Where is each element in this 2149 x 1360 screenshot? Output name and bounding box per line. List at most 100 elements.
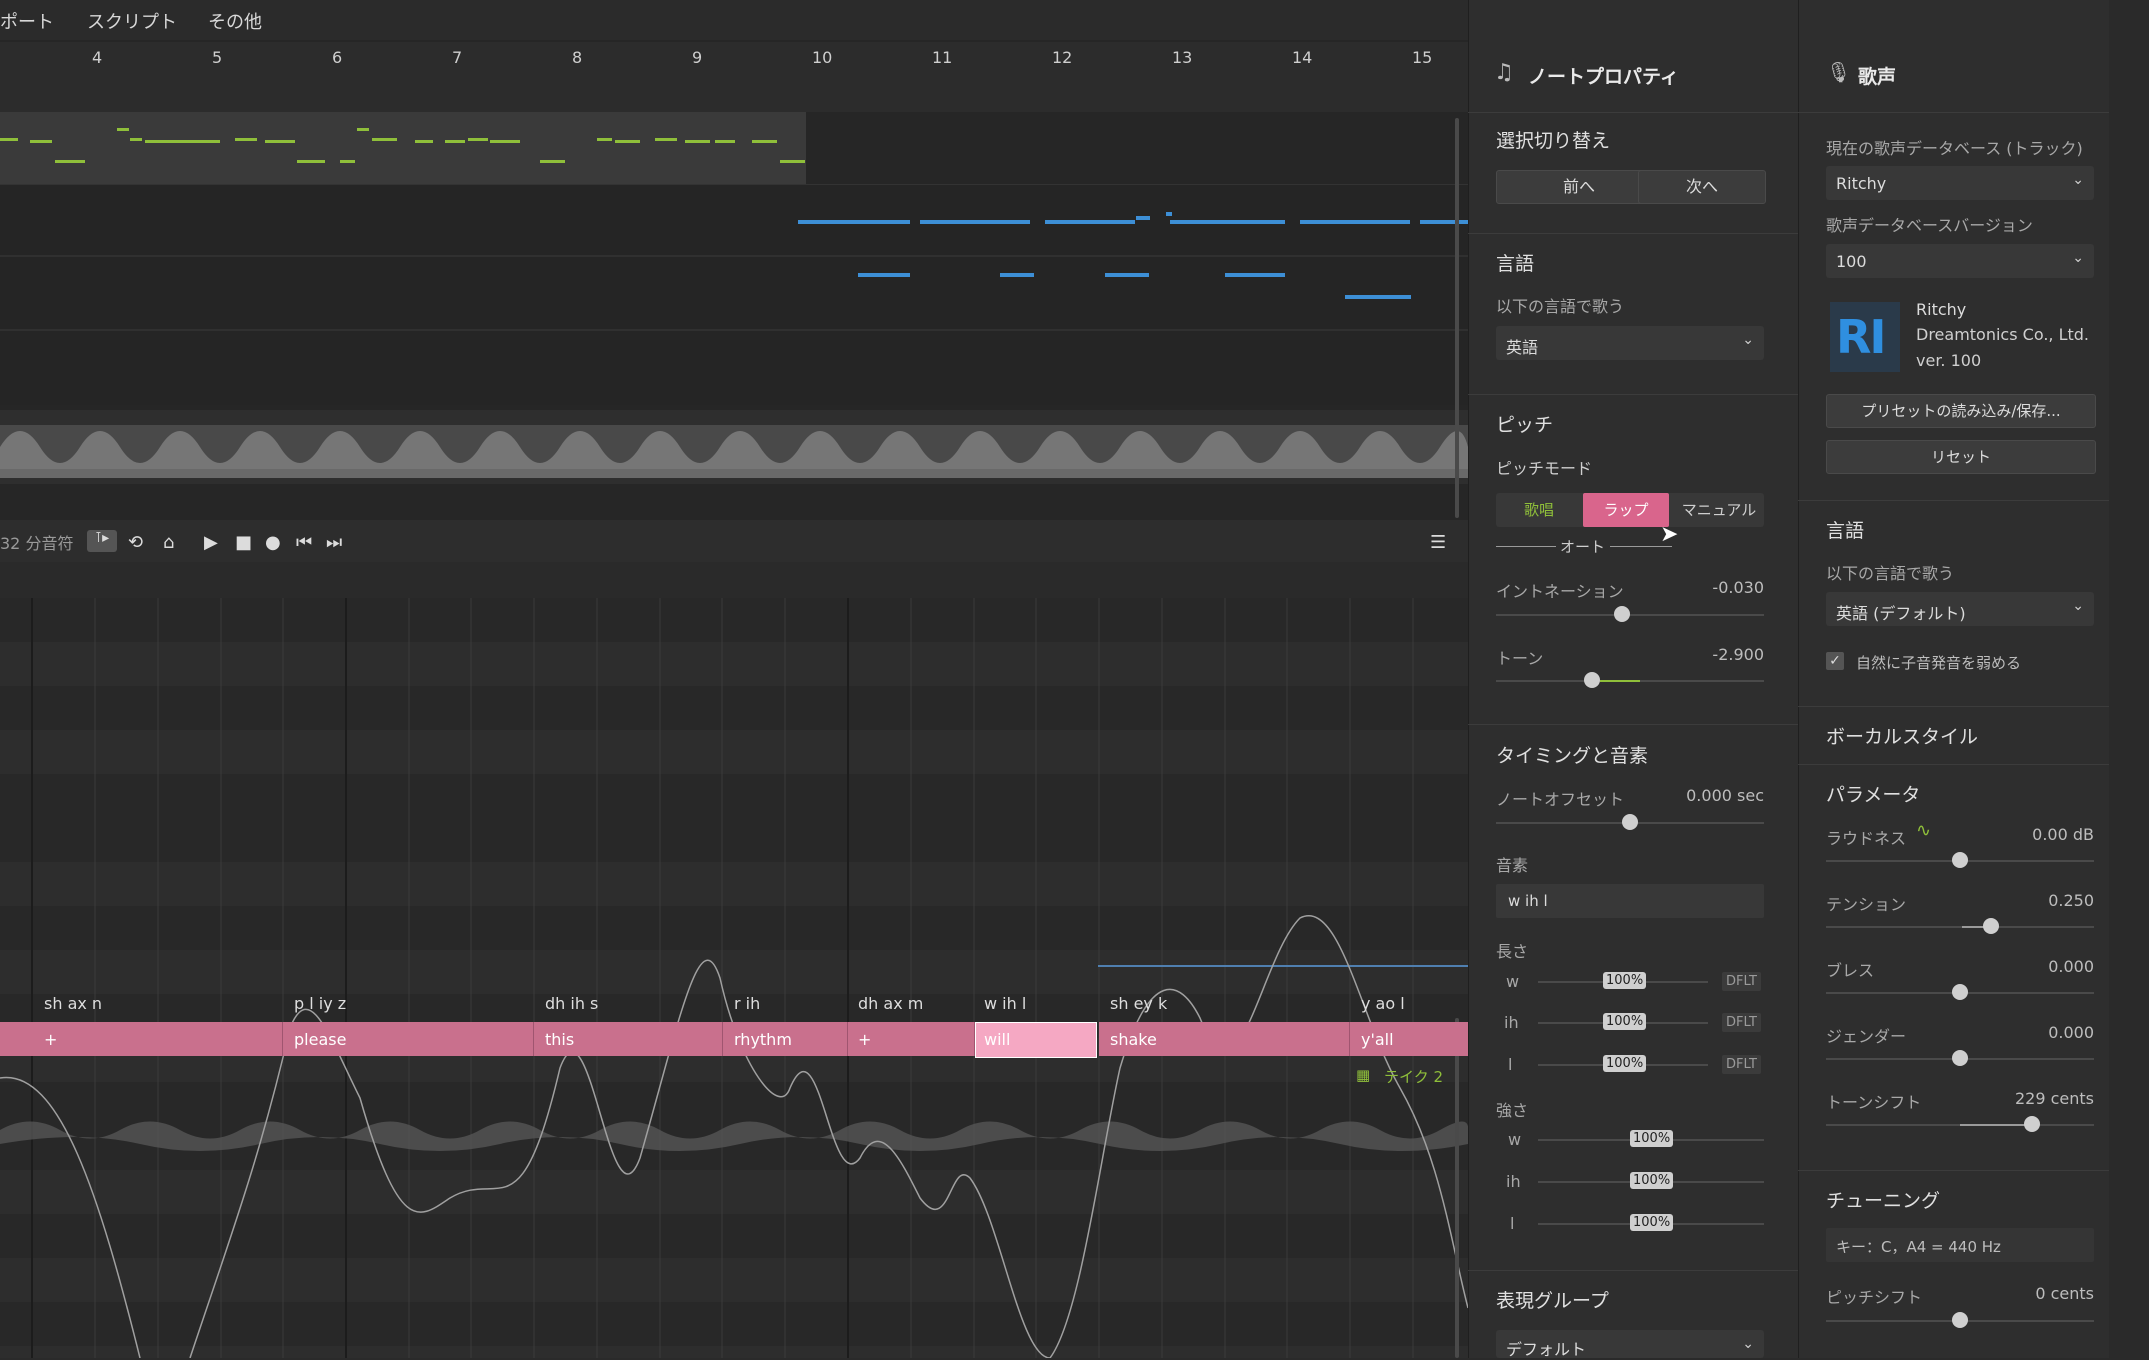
param-value: 0.000 [2048, 957, 2094, 976]
right-gutter [2109, 0, 2149, 1358]
param-label: ジェンダー [1826, 1027, 1907, 1046]
note[interactable] [0, 1022, 283, 1056]
take-clapper-icon[interactable]: ▦ [1356, 1066, 1370, 1084]
dflt-button[interactable]: DFLT [1722, 1055, 1761, 1074]
length-phoneme: w [1506, 972, 1520, 991]
mode-rap-button[interactable]: ラップ [1583, 493, 1669, 527]
chevron-down-icon: ⌄ [2072, 172, 2084, 188]
version-label: 歌声データベースバージョン [1826, 216, 2033, 235]
intonation-slider-track[interactable] [1496, 614, 1764, 616]
voice-name: Ritchy [1916, 300, 1967, 319]
dflt-button[interactable]: DFLT [1722, 1013, 1761, 1032]
loop-icon[interactable]: ⟲ [128, 532, 143, 553]
mode-sing-button[interactable]: 歌唱 [1496, 493, 1582, 527]
metronome-icon[interactable]: ⌂ [163, 532, 174, 553]
stop-icon[interactable]: ■ [235, 532, 252, 553]
db-dropdown[interactable]: Ritchy ⌄ [1826, 166, 2094, 200]
version-dropdown[interactable]: 100 ⌄ [1826, 244, 2094, 278]
pitch-mode-label: ピッチモード [1496, 459, 1593, 478]
param-slider-knob[interactable] [1952, 984, 1968, 1000]
voice-version: ver. 100 [1916, 351, 1982, 370]
voice-language-label: 以下の言語で歌う [1826, 564, 1955, 583]
audio-waveform [0, 425, 1468, 478]
divider [1798, 1170, 2109, 1171]
consonant-checkbox[interactable]: ✓ [1826, 652, 1844, 670]
phoneme-label: dh ih s [545, 994, 599, 1013]
green-track-notes [0, 128, 805, 163]
voice-language-dropdown[interactable]: 英語 (デフォルト) ⌄ [1826, 592, 2094, 626]
key-field[interactable]: キー：C，A4 = 440 Hz [1826, 1228, 2094, 1262]
divider [1468, 394, 1798, 395]
timing-heading: タイミングと音素 [1496, 745, 1649, 767]
arrangement-graphics [0, 118, 1468, 518]
divider [1798, 500, 2109, 501]
skip-forward-icon[interactable]: ⏭ [326, 532, 342, 553]
next-button[interactable]: 次へ [1638, 170, 1766, 204]
length-pct[interactable]: 100% [1603, 1055, 1647, 1072]
note-lyric: shake [1110, 1030, 1157, 1049]
selection-heading: 選択切り替え [1496, 130, 1611, 152]
intonation-label: イントネーション [1496, 582, 1624, 601]
length-pct[interactable]: 100% [1603, 972, 1647, 989]
offset-label: ノートオフセット [1496, 790, 1625, 809]
phoneme-label: r ih [734, 994, 761, 1013]
take-label[interactable]: テイク 2 [1384, 1066, 1443, 1087]
expression-dropdown[interactable]: デフォルト ⌄ [1496, 1330, 1764, 1359]
offset-slider-knob[interactable] [1622, 814, 1638, 830]
tuning-heading: チューニング [1826, 1190, 1941, 1212]
menu-icon[interactable]: ☰ [1430, 532, 1446, 553]
expression-value: デフォルト [1506, 1340, 1587, 1359]
note-lyric: + [44, 1030, 58, 1049]
phoneme-label: y ao l [1361, 994, 1405, 1013]
note-lyric: this [545, 1030, 575, 1049]
phoneme-input-value: w ih l [1508, 892, 1548, 910]
length-label: 長さ [1496, 942, 1529, 961]
strength-pct[interactable]: 100% [1630, 1172, 1674, 1189]
vocal-style-heading[interactable]: ボーカルスタイル [1826, 722, 1978, 749]
strength-pct[interactable]: 100% [1630, 1130, 1674, 1147]
play-icon[interactable]: ▶ [204, 532, 218, 553]
param-slider-knob[interactable] [1983, 918, 1999, 934]
param-slider-knob[interactable] [1952, 852, 1968, 868]
note-lyric: y'all [1361, 1030, 1394, 1049]
language-dropdown[interactable]: 英語 ⌄ [1496, 326, 1764, 360]
divider [1468, 724, 1798, 725]
pitch-heading: ピッチ [1496, 414, 1554, 436]
param-label: トーンシフト [1826, 1093, 1922, 1112]
length-pct[interactable]: 100% [1603, 1013, 1647, 1030]
param-slider[interactable] [1826, 926, 2094, 928]
tone-slider-knob[interactable] [1584, 672, 1600, 688]
language-value: 英語 [1506, 338, 1539, 357]
music-note-icon: ♫ [1494, 60, 1514, 85]
quantize-label[interactable]: 32 分音符 [0, 530, 73, 554]
param-slider-knob[interactable] [1952, 1050, 1968, 1066]
strength-pct[interactable]: 100% [1630, 1214, 1674, 1231]
automation-icon[interactable]: ∿ [1916, 820, 1931, 841]
preset-button[interactable]: プリセットの読み込み/保存... [1826, 394, 2096, 428]
phoneme-label: w ih l [984, 994, 1027, 1013]
phoneme-input[interactable]: w ih l [1496, 884, 1764, 918]
phoneme-label: sh ax n [44, 994, 103, 1013]
chevron-down-icon: ⌄ [2072, 250, 2084, 266]
snap-icon[interactable]: ⊺▸ [87, 530, 117, 552]
dflt-button[interactable]: DFLT [1722, 972, 1761, 991]
record-icon[interactable]: ● [265, 532, 281, 553]
offset-value: 0.000 sec [1686, 786, 1764, 805]
param-value: 0.250 [2048, 891, 2094, 910]
piano-roll-grid [0, 598, 1468, 1358]
voice-logo-text: RI [1836, 310, 1887, 364]
param-value: 229 cents [2014, 1089, 2094, 1108]
intonation-slider-knob[interactable] [1614, 606, 1630, 622]
expression-heading: 表現グループ [1496, 1290, 1609, 1312]
chevron-down-icon: ⌄ [1742, 332, 1754, 348]
param-value: 0.000 [2048, 1023, 2094, 1042]
skip-back-icon[interactable]: ⏮ [296, 532, 312, 553]
strength-phoneme: ih [1506, 1172, 1521, 1191]
divider [1798, 706, 2109, 707]
strength-phoneme: l [1510, 1214, 1515, 1233]
pitch-shift-label: ピッチシフト [1826, 1288, 1923, 1307]
mode-manual-button[interactable]: マニュアル [1674, 493, 1764, 527]
pitch-shift-slider-knob[interactable] [1952, 1312, 1968, 1328]
reset-button[interactable]: リセット [1826, 440, 2096, 474]
param-slider-knob[interactable] [2024, 1116, 2040, 1132]
